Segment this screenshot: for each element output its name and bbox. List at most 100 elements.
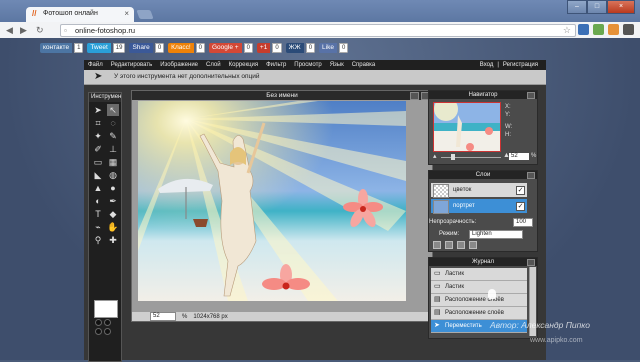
type-tool-icon[interactable]: T bbox=[92, 208, 104, 220]
layers-close-button[interactable] bbox=[527, 172, 535, 179]
history-item[interactable]: ▭ Ластик bbox=[431, 268, 527, 281]
history-item[interactable]: ▤ Расположение слоёв bbox=[431, 307, 527, 320]
dodge-tool-icon[interactable]: ● bbox=[107, 182, 119, 194]
register-link[interactable]: Регистрация bbox=[503, 62, 538, 68]
social-share-button[interactable]: Google +0 bbox=[209, 43, 253, 53]
layer-row[interactable]: цветок ✓ bbox=[431, 183, 527, 198]
menu-item[interactable]: Язык bbox=[326, 62, 348, 68]
new-tab-button[interactable] bbox=[136, 10, 154, 19]
extension-icon[interactable] bbox=[608, 24, 619, 35]
address-bar[interactable]: ▫ online-fotoshop.ru ☆ bbox=[60, 24, 576, 37]
image-canvas[interactable] bbox=[138, 101, 406, 301]
swatch-default-colors[interactable] bbox=[95, 319, 102, 326]
zoom-tool-icon[interactable]: ⚲ bbox=[92, 234, 104, 246]
blend-mode-select[interactable]: Lighten bbox=[469, 230, 523, 239]
brush-tool-icon[interactable]: ✐ bbox=[92, 143, 104, 155]
social-share-button[interactable]: Share 0 bbox=[129, 43, 165, 53]
menu-item[interactable]: Фильтр bbox=[262, 62, 290, 68]
reload-icon[interactable]: ↻ bbox=[36, 24, 44, 36]
swatch-swap-colors[interactable] bbox=[104, 319, 111, 326]
swatch-reset[interactable] bbox=[104, 328, 111, 335]
doc-maximize-button[interactable] bbox=[410, 92, 419, 100]
menu-item[interactable]: Изображение bbox=[156, 62, 202, 68]
extension-icon[interactable] bbox=[593, 24, 604, 35]
pen-tool-icon[interactable]: ✒ bbox=[107, 195, 119, 207]
menu-item[interactable]: Файл bbox=[84, 62, 107, 68]
eraser-tool-icon[interactable]: ▭ bbox=[92, 156, 104, 168]
layers-panel: Слои цветок ✓ портрет ✓ Непрозрачность: 100… bbox=[428, 170, 538, 252]
blend-mode-label: Режим: bbox=[439, 231, 460, 237]
menu-item[interactable]: Справка bbox=[348, 62, 380, 68]
history-close-button[interactable] bbox=[527, 259, 535, 266]
foreground-color-swatch[interactable] bbox=[94, 300, 118, 318]
crop-tool-icon[interactable]: ⌗ bbox=[92, 117, 104, 129]
hand-tool-icon[interactable]: ✋ bbox=[107, 221, 119, 233]
zoom-slider-knob[interactable] bbox=[451, 154, 455, 160]
layer-row[interactable]: портрет ✓ bbox=[431, 199, 527, 214]
social-share-count: 19 bbox=[112, 43, 126, 53]
social-share-label: ЖЖ bbox=[285, 43, 304, 53]
social-share-button[interactable]: ЖЖ 0 bbox=[285, 43, 316, 53]
opacity-field[interactable]: 100 bbox=[513, 218, 533, 227]
wrench-icon[interactable] bbox=[623, 24, 634, 35]
eyedropper-tool-icon[interactable]: ⌁ bbox=[92, 221, 104, 233]
navigator-thumbnail[interactable] bbox=[433, 102, 501, 152]
zoom-field[interactable]: 52 bbox=[150, 312, 176, 321]
extension-icon[interactable] bbox=[578, 24, 589, 35]
select-tool-icon[interactable]: ↖ bbox=[107, 104, 119, 116]
gradient-tool-icon[interactable]: ▦ bbox=[107, 156, 119, 168]
shape-tool-icon[interactable]: ◆ bbox=[107, 208, 119, 220]
blend-mode-row: Режим: Lighten bbox=[429, 229, 533, 239]
y-label: Y: bbox=[505, 112, 511, 118]
maximize-button[interactable]: □ bbox=[587, 0, 607, 14]
minimize-button[interactable]: – bbox=[567, 0, 587, 14]
lasso-tool-icon[interactable]: ◌ bbox=[107, 117, 119, 129]
social-share-label: Tweet bbox=[87, 43, 111, 53]
forward-icon[interactable]: ▶ bbox=[20, 24, 27, 36]
pencil-tool-icon[interactable]: ✎ bbox=[107, 130, 119, 142]
layer-link-icon[interactable] bbox=[433, 241, 441, 249]
back-icon[interactable]: ◀ bbox=[6, 24, 13, 36]
blur-tool-icon[interactable]: ◍ bbox=[107, 169, 119, 181]
layer-visibility-checkbox[interactable]: ✓ bbox=[516, 202, 525, 211]
move-tool-icon[interactable]: ➤ bbox=[92, 104, 104, 116]
browser-tab[interactable]: // Фотошоп онлайн × bbox=[26, 7, 134, 22]
menu-item[interactable]: Коррекция bbox=[225, 62, 263, 68]
browser-toolbar: ◀ ▶ ↻ ▫ online-fotoshop.ru ☆ bbox=[0, 22, 640, 39]
fill-tool-icon[interactable]: ◣ bbox=[92, 169, 104, 181]
tools-panel: Инструмен ➤ ↖ ⌗ ◌ ✦ ✎ ✐ ⊥ ▭ ▦ ◣ ◍ ▲ ● ◐ ✒ T ◆ ⌁ ✋ ⚲ ✚ bbox=[88, 92, 122, 362]
social-share-button[interactable]: Like 0 bbox=[319, 43, 349, 53]
navigator-zoom-field[interactable]: 52 bbox=[509, 153, 529, 160]
layer-thumbnail bbox=[433, 200, 449, 214]
options-text: У этого инструмента нет дополнительных о… bbox=[114, 73, 260, 80]
picker-tool-icon[interactable]: ✚ bbox=[107, 234, 119, 246]
sharpen-tool-icon[interactable]: ▲ bbox=[92, 182, 104, 194]
zoom-out-icon[interactable]: ▴ bbox=[433, 152, 437, 160]
burn-tool-icon[interactable]: ◐ bbox=[92, 195, 104, 207]
wand-tool-icon[interactable]: ✦ bbox=[92, 130, 104, 142]
stamp-tool-icon[interactable]: ⊥ bbox=[107, 143, 119, 155]
social-share-button[interactable]: Класс! 0 bbox=[168, 43, 205, 53]
new-layer-icon[interactable] bbox=[457, 241, 465, 249]
layers-footer bbox=[433, 241, 477, 249]
swatch-mask[interactable] bbox=[95, 328, 102, 335]
history-item[interactable]: ▭ Ластик bbox=[431, 281, 527, 294]
menu-item[interactable]: Редактировать bbox=[107, 62, 156, 68]
layer-visibility-checkbox[interactable]: ✓ bbox=[516, 186, 525, 195]
close-tab-icon[interactable]: × bbox=[124, 9, 129, 18]
login-link[interactable]: Вход bbox=[480, 62, 494, 68]
menu-item[interactable]: Слой bbox=[202, 62, 225, 68]
menu-item[interactable]: Просмотр bbox=[290, 62, 325, 68]
history-item[interactable]: ▤ Расположение слоёв bbox=[431, 294, 527, 307]
mouse-cursor bbox=[488, 289, 496, 299]
social-share-count: 1 bbox=[74, 43, 84, 53]
layer-style-icon[interactable] bbox=[445, 241, 453, 249]
delete-layer-icon[interactable] bbox=[469, 241, 477, 249]
social-share-button[interactable]: +1 0 bbox=[256, 43, 282, 53]
bookmark-star-icon[interactable]: ☆ bbox=[563, 25, 571, 36]
social-share-button[interactable]: Tweet 19 bbox=[87, 43, 126, 53]
zoom-slider[interactable] bbox=[441, 157, 501, 158]
social-share-button[interactable]: контакте 1 bbox=[40, 43, 84, 53]
close-window-button[interactable]: × bbox=[607, 0, 635, 14]
navigator-close-button[interactable] bbox=[527, 92, 535, 99]
